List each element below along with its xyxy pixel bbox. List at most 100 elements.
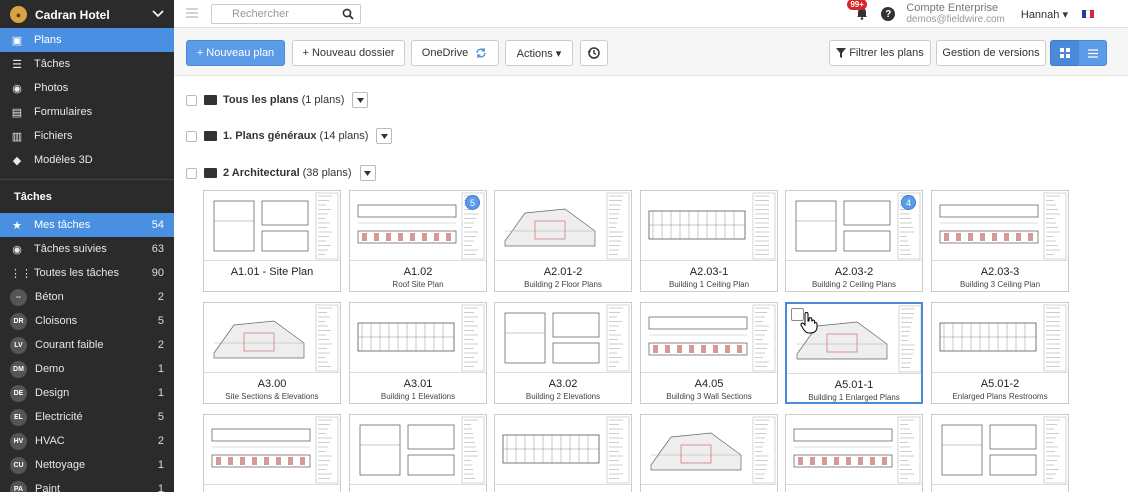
sidebar-item-label: Tâches [34, 58, 71, 70]
plan-card[interactable] [785, 414, 923, 492]
plan-card[interactable]: A3.02 Building 2 Elevations [494, 302, 632, 404]
actions-dropdown[interactable]: Actions ▾ [505, 40, 573, 66]
task-filter-label: Paint [35, 483, 61, 492]
sidebar-item-form[interactable]: ▤ Formulaires [0, 100, 174, 124]
plan-thumbnail [786, 415, 922, 485]
plan-card[interactable] [349, 414, 487, 492]
plan-card[interactable]: 5 A1.02 Roof Site Plan [349, 190, 487, 292]
plan-card[interactable]: A5.01-1 Building 1 Enlarged Plans [785, 302, 923, 404]
new-plan-button[interactable]: + Nouveau plan [186, 40, 285, 66]
onedrive-button[interactable]: OneDrive [411, 40, 499, 66]
plan-card[interactable] [203, 414, 341, 492]
help-icon[interactable]: ? [881, 7, 896, 21]
task-filter-item[interactable]: CU Nettoyage 1 [0, 453, 174, 477]
version-management-button[interactable]: Gestion de versions [936, 40, 1046, 66]
plan-thumbnail [932, 191, 1068, 261]
search-input[interactable]: Rechercher [211, 3, 361, 24]
task-filter-label: HVAC [35, 435, 65, 447]
plan-card[interactable] [931, 414, 1069, 492]
task-filter-item[interactable]: ◉ Tâches suivies 63 [0, 237, 174, 261]
folder-row[interactable]: 2 Architectural (38 plans) [186, 164, 376, 182]
task-filter-item[interactable]: LV Courant faible 2 [0, 333, 174, 357]
hamburger-menu-icon[interactable] [186, 7, 200, 21]
folder-name: Tous les plans [223, 94, 299, 106]
task-filter-label: Design [35, 387, 70, 399]
folder-name: 2 Architectural [223, 167, 300, 179]
account-info[interactable]: Compte Enterprise demos@fieldwire.com [906, 2, 1005, 26]
plan-card[interactable]: A2.01-2 Building 2 Floor Plans [494, 190, 632, 292]
task-filter-count: 2 [157, 435, 164, 447]
plan-card[interactable]: 4 A2.03-2 Building 2 Ceiling Plans [785, 190, 923, 292]
list-view-button[interactable] [1078, 40, 1107, 66]
task-filter-item[interactable]: EL Electricité 5 [0, 405, 174, 429]
sidebar-item-label: Photos [34, 82, 69, 94]
plan-card[interactable]: A5.01-2 Enlarged Plans Restrooms [931, 302, 1069, 404]
plan-thumbnail [495, 191, 631, 261]
category-badge: EL [10, 408, 27, 426]
new-folder-button[interactable]: + Nouveau dossier [292, 40, 405, 66]
notification-bell-icon[interactable]: 99+ [847, 0, 871, 22]
folder-checkbox[interactable] [186, 167, 197, 179]
plan-card[interactable]: A3.00 Site Sections & Elevations [203, 302, 341, 404]
hand-cursor-icon [800, 312, 818, 334]
plan-card[interactable] [640, 414, 778, 492]
plan-thumbnail [495, 415, 631, 485]
search-icon[interactable] [342, 8, 354, 20]
task-filter-label: Cloisons [35, 315, 78, 327]
task-filter-item[interactable]: -- Béton 2 [0, 285, 174, 309]
top-right-area: 99+ ? Compte Enterprise demos@fieldwire.… [847, 0, 1128, 28]
plan-card[interactable]: A2.03-3 Building 3 Ceiling Plan [931, 190, 1069, 292]
plan-thumbnail [932, 303, 1068, 373]
task-nav: ★ Mes tâches 54 ◉ Tâches suivies 63 ⋮⋮ Toutes l… [0, 213, 174, 492]
plan-thumbnail [641, 415, 777, 485]
project-selector[interactable]: ● Cadran Hotel [0, 0, 174, 29]
task-filter-item[interactable]: DR Cloisons 5 [0, 309, 174, 333]
plan-card[interactable]: A3.01 Building 1 Elevations [349, 302, 487, 404]
task-filter-item[interactable]: HV HVAC 2 [0, 429, 174, 453]
task-filter-item[interactable]: ⋮⋮ Toutes les tâches 90 [0, 261, 174, 285]
sidebar-item-camera[interactable]: ◉ Photos [0, 76, 174, 100]
folder-dropdown-button[interactable] [359, 165, 376, 181]
sidebar-item-cube[interactable]: ◆ Modèles 3D [0, 148, 174, 172]
category-badge: -- [10, 288, 27, 306]
filter-plans-button[interactable]: Filtrer les plans [829, 40, 931, 66]
user-menu[interactable]: Hannah ▾ [1021, 8, 1068, 21]
folder-checkbox[interactable] [186, 130, 197, 142]
version-badge: 5 [465, 195, 480, 210]
plans-icon: ▣ [11, 34, 23, 47]
category-badge: DR [10, 312, 27, 330]
folder-dropdown-button[interactable] [352, 92, 369, 108]
grid-view-button[interactable] [1050, 40, 1079, 66]
plan-code: A3.01 [403, 378, 433, 390]
sidebar-item-plans[interactable]: ▣ Plans [0, 28, 174, 52]
folder-row[interactable]: Tous les plans (1 plans) [186, 91, 369, 109]
list-view-icon [1087, 48, 1098, 58]
task-filter-item[interactable]: DE Design 1 [0, 381, 174, 405]
task-filter-label: Toutes les tâches [34, 267, 119, 279]
folder-dropdown-button[interactable] [376, 128, 393, 144]
folder-checkbox[interactable] [186, 94, 197, 106]
plan-card[interactable]: A2.03-1 Building 1 Ceiling Plan [640, 190, 778, 292]
search-placeholder: Rechercher [232, 7, 289, 20]
task-filter-label: Demo [35, 363, 65, 375]
category-badge: PA [10, 480, 27, 492]
sidebar-item-files[interactable]: ▥ Fichiers [0, 124, 174, 148]
grid-icon: ⋮⋮ [10, 267, 32, 280]
star-icon: ★ [12, 219, 22, 232]
history-button[interactable] [580, 40, 608, 66]
plan-card[interactable]: A1.01 - Site Plan [203, 190, 341, 292]
task-filter-item[interactable]: PA Paint 1 [0, 477, 174, 492]
plan-thumbnail [204, 191, 340, 261]
sidebar-item-label: Modèles 3D [34, 154, 93, 166]
language-flag-icon[interactable] [1082, 10, 1094, 18]
task-filter-item[interactable]: DM Demo 1 [0, 357, 174, 381]
folder-row[interactable]: 1. Plans généraux (14 plans) [186, 127, 393, 145]
task-filter-label: Tâches suivies [34, 243, 107, 255]
task-filter-item[interactable]: ★ Mes tâches 54 [0, 213, 174, 237]
plan-code: A2.03-1 [689, 266, 729, 278]
plan-card[interactable]: A4.05 Building 3 Wall Sections [640, 302, 778, 404]
task-filter-label: Mes tâches [34, 219, 91, 231]
plan-name: Site Sections & Elevations [225, 392, 319, 401]
plan-card[interactable] [494, 414, 632, 492]
sidebar-item-list[interactable]: ☰ Tâches [0, 52, 174, 76]
